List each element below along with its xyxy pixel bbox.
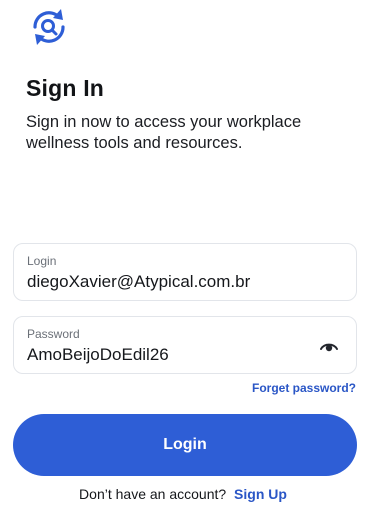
password-field-value[interactable]: AmoBeijoDoEdil26 [27,345,169,365]
sync-search-icon [33,9,65,45]
page-subtitle: Sign in now to access your workplace wel… [26,113,302,152]
password-field[interactable]: Password AmoBeijoDoEdil26 [13,316,357,374]
app-logo-icon [25,5,73,49]
login-button[interactable]: Login [13,414,357,476]
login-field[interactable]: Login diegoXavier@Atypical.com.br [13,243,357,301]
login-field-value[interactable]: diegoXavier@Atypical.com.br [27,272,250,292]
eye-icon[interactable] [318,337,340,353]
signup-link[interactable]: Sign Up [234,486,287,502]
password-field-label: Password [27,327,80,341]
signup-prompt: Don’t have an account? [79,486,227,502]
forgot-password-link[interactable]: Forget password? [252,381,356,395]
signup-row: Don’t have an account? Sign Up [0,486,366,502]
login-field-label: Login [27,254,57,268]
page-title: Sign In [26,75,105,101]
